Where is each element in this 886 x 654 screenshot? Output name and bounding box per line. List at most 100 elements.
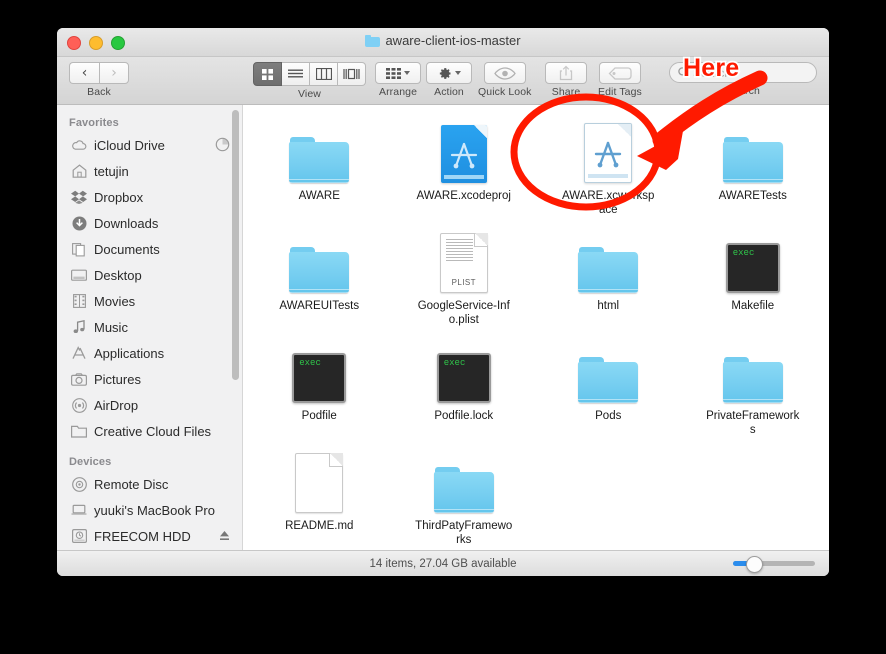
chevron-left-icon: ‹ bbox=[81, 65, 88, 81]
applications-icon bbox=[71, 345, 87, 361]
file-item-makefile[interactable]: exec Makefile bbox=[681, 225, 826, 335]
sidebar-item-label: FREECOM HDD bbox=[94, 528, 191, 544]
sidebar-item-label: Applications bbox=[94, 345, 165, 361]
file-item-podfile[interactable]: exec Podfile bbox=[247, 335, 392, 445]
document-icon bbox=[287, 453, 351, 513]
file-item-podfile-lock[interactable]: exec Podfile.lock bbox=[392, 335, 537, 445]
file-item-pods[interactable]: Pods bbox=[536, 335, 681, 445]
forward-button[interactable]: › bbox=[99, 62, 129, 84]
file-name: AWARE.xcodeproj bbox=[416, 190, 511, 202]
column-view-button[interactable] bbox=[310, 62, 338, 86]
annotation-label: Here bbox=[681, 52, 741, 84]
edit-tags-button[interactable] bbox=[598, 62, 641, 84]
view-group: View bbox=[253, 62, 366, 100]
file-grid: AWARE AWARE.xcodeproj AWARE.xcworkspace … bbox=[243, 105, 829, 555]
sidebar-item-pictures[interactable]: Pictures bbox=[57, 366, 242, 392]
file-item-aware[interactable]: AWARE bbox=[247, 115, 392, 225]
sidebar-item-downloads[interactable]: Downloads bbox=[57, 210, 242, 236]
folder-icon bbox=[576, 343, 640, 403]
folder-icon bbox=[432, 453, 496, 513]
sidebar-item-remote-disc[interactable]: Remote Disc bbox=[57, 471, 242, 497]
chevron-down-icon bbox=[404, 71, 410, 75]
sidebar-item-creative-cloud-files[interactable]: Creative Cloud Files bbox=[57, 418, 242, 444]
view-segmented-control[interactable] bbox=[253, 62, 366, 86]
xcworkspace-icon bbox=[576, 123, 640, 183]
sidebar-item-label: Remote Disc bbox=[94, 476, 169, 492]
list-icon bbox=[288, 69, 303, 77]
sidebar-item-applications[interactable]: Applications bbox=[57, 340, 242, 366]
file-name: README.md bbox=[285, 520, 354, 532]
cloud-icon bbox=[71, 137, 87, 153]
back-button[interactable]: ‹ bbox=[69, 62, 99, 84]
action-label: Action bbox=[434, 86, 464, 98]
sidebar-item-desktop[interactable]: Desktop bbox=[57, 262, 242, 288]
exec-icon: exec bbox=[432, 343, 496, 403]
file-item-privateframeworks[interactable]: PrivateFrameworks bbox=[681, 335, 826, 445]
sidebar-item-macbook-pro[interactable]: yuuki's MacBook Pro bbox=[57, 497, 242, 523]
file-item-awareuitests[interactable]: AWAREUITests bbox=[247, 225, 392, 335]
list-view-button[interactable] bbox=[282, 62, 310, 86]
arrange-button[interactable] bbox=[375, 62, 421, 84]
file-grid-area[interactable]: AWARE AWARE.xcodeproj AWARE.xcworkspace … bbox=[243, 105, 829, 550]
sidebar-item-label: iCloud Drive bbox=[94, 137, 165, 153]
sidebar-item-label: Creative Cloud Files bbox=[94, 423, 212, 439]
sidebar-item-airdrop[interactable]: AirDrop bbox=[57, 392, 242, 418]
coverflow-icon bbox=[343, 68, 360, 80]
folder-icon bbox=[287, 233, 351, 293]
quicklook-group: Quick Look bbox=[478, 62, 532, 98]
action-button[interactable] bbox=[426, 62, 472, 84]
slider-knob[interactable] bbox=[746, 556, 763, 573]
folder-icon bbox=[287, 123, 351, 183]
sidebar-section-favorites-header: Favorites bbox=[69, 117, 119, 129]
file-item-readme-md[interactable]: README.md bbox=[247, 445, 392, 555]
sidebar-item-freecom-hdd[interactable]: FREECOM HDD bbox=[57, 523, 242, 549]
sidebar-item-music[interactable]: Music bbox=[57, 314, 242, 340]
sidebar-scrollbar[interactable] bbox=[232, 110, 239, 380]
share-button[interactable] bbox=[545, 62, 587, 84]
coverflow-view-button[interactable] bbox=[338, 62, 366, 86]
file-item-aware-xcodeproj[interactable]: AWARE.xcodeproj bbox=[392, 115, 537, 225]
chevron-down-icon bbox=[455, 71, 461, 75]
download-icon bbox=[71, 215, 87, 231]
finder-window: aware-client-ios-master ‹ › Back View Ar… bbox=[57, 28, 829, 576]
sidebar-item-icloud-drive[interactable]: iCloud Drive bbox=[57, 132, 242, 158]
progress-icon bbox=[215, 137, 230, 157]
icon-view-button[interactable] bbox=[253, 62, 282, 86]
plist-icon: PLIST bbox=[432, 233, 496, 293]
file-name: AWARE bbox=[298, 190, 340, 202]
sidebar-item-tetujin[interactable]: tetujin bbox=[57, 158, 242, 184]
sidebar-section-devices-header: Devices bbox=[69, 456, 112, 468]
drafting-tools-icon bbox=[450, 143, 477, 169]
file-item-thirdpatyframeworks[interactable]: ThirdPatyFrameworks bbox=[392, 445, 537, 555]
icon-size-slider[interactable] bbox=[733, 556, 815, 573]
sidebar[interactable]: Favorites iCloud Drive tetujin Dropbox D… bbox=[57, 105, 243, 550]
sidebar-item-label: Downloads bbox=[94, 215, 159, 231]
music-icon bbox=[71, 319, 87, 335]
file-item-awaretests[interactable]: AWARETests bbox=[681, 115, 826, 225]
quick-look-button[interactable] bbox=[483, 62, 526, 84]
harddisk-icon bbox=[71, 528, 87, 544]
sidebar-item-dropbox[interactable]: Dropbox bbox=[57, 184, 242, 210]
airdrop-icon bbox=[71, 397, 87, 413]
gear-icon bbox=[439, 67, 451, 79]
sidebar-item-label: Movies bbox=[94, 293, 136, 309]
file-item-html[interactable]: html bbox=[536, 225, 681, 335]
exec-icon: exec bbox=[721, 233, 785, 293]
desktop-icon bbox=[71, 267, 87, 283]
file-name: GoogleService-Info.plist bbox=[417, 300, 510, 326]
sidebar-item-label: Desktop bbox=[94, 267, 142, 283]
eject-icon[interactable] bbox=[219, 529, 230, 547]
folder-icon bbox=[721, 343, 785, 403]
file-item-googleservice-info-plist[interactable]: PLIST GoogleService-Info.plist bbox=[392, 225, 537, 335]
exec-icon: exec bbox=[287, 343, 351, 403]
share-icon bbox=[559, 65, 573, 81]
tag-icon bbox=[608, 66, 632, 80]
back-label: Back bbox=[87, 86, 111, 98]
sidebar-item-documents[interactable]: Documents bbox=[57, 236, 242, 262]
folder-icon bbox=[721, 123, 785, 183]
xcodeproj-icon bbox=[432, 123, 496, 183]
dropbox-icon bbox=[71, 189, 87, 205]
file-item-aware-xcworkspace[interactable]: AWARE.xcworkspace bbox=[536, 115, 681, 225]
file-name: Pods bbox=[595, 410, 622, 422]
sidebar-item-movies[interactable]: Movies bbox=[57, 288, 242, 314]
